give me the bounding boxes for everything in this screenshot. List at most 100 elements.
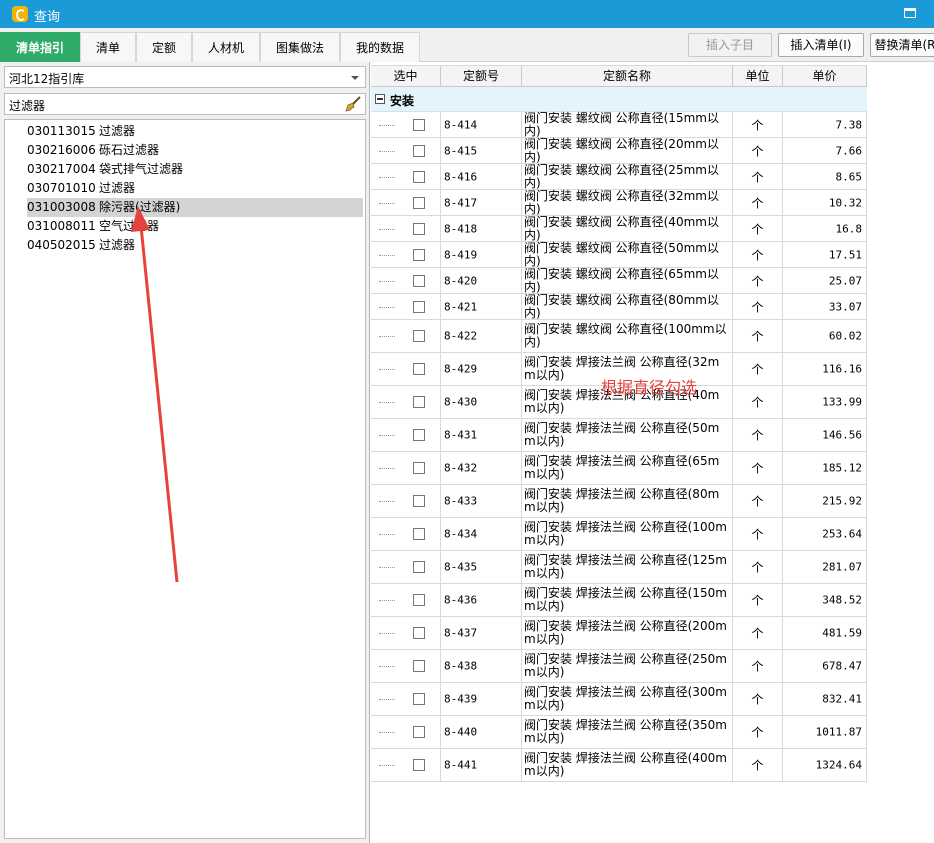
tree-item[interactable]: 030216006 砾石过滤器 [27, 141, 159, 160]
insert-list-button[interactable]: 插入清单(I) [778, 33, 864, 57]
window-title: 查询 [34, 10, 61, 25]
table-row[interactable]: 8-432 阀门安装 焊接法兰阀 公称直径(65mm以内) 个 185.12 [371, 452, 867, 485]
group-row[interactable]: 安装 [371, 87, 867, 112]
row-checkbox[interactable] [413, 594, 425, 606]
unit-cell-text: 个 [751, 428, 764, 443]
tab-bar: 清单指引 清单 定额 人材机 图集做法 我的数据 插入子目 插入清单(I) 替换… [0, 28, 934, 62]
table-row[interactable]: 8-417 阀门安装 螺纹阀 公称直径(32mm以内) 个 10.32 [371, 188, 867, 216]
unit-cell-text: 个 [751, 560, 764, 575]
search-input[interactable]: 过滤器 [4, 93, 366, 115]
tree-item-name: 袋式排气过滤器 [99, 162, 184, 176]
row-checkbox[interactable] [413, 274, 425, 287]
table-row[interactable]: 8-431 阀门安装 焊接法兰阀 公称直径(50mm以内) 个 146.56 [371, 419, 867, 452]
insert-child-button[interactable]: 插入子目 [688, 33, 772, 57]
name-cell: 阀门安装 螺纹阀 公称直径(80mm以内) [522, 293, 733, 319]
header-price[interactable]: 单价 [783, 66, 867, 87]
row-checkbox[interactable] [413, 300, 425, 313]
row-checkbox[interactable] [413, 429, 425, 441]
row-checkbox[interactable] [413, 693, 425, 705]
row-checkbox[interactable] [413, 118, 425, 131]
tree-item[interactable]: 031003008 除污器(过滤器) [27, 198, 363, 217]
table-row[interactable]: 8-441 阀门安装 焊接法兰阀 公称直径(400mm以内) 个 1324.64 [371, 749, 867, 782]
table-row[interactable]: 8-433 阀门安装 焊接法兰阀 公称直径(80mm以内) 个 215.92 [371, 485, 867, 518]
table-row[interactable]: 8-416 阀门安装 螺纹阀 公称直径(25mm以内) 个 8.65 [371, 163, 867, 190]
maximize-icon[interactable] [904, 8, 916, 18]
code-cell: 8-436 [441, 584, 522, 616]
name-cell: 阀门安装 螺纹阀 公称直径(40mm以内) [522, 215, 733, 241]
price-cell-text: 7.38 [835, 118, 863, 131]
table-row[interactable]: 8-421 阀门安装 螺纹阀 公称直径(80mm以内) 个 33.07 [371, 293, 867, 320]
unit-cell: 个 [733, 716, 783, 748]
header-name[interactable]: 定额名称 [522, 66, 733, 87]
header-code[interactable]: 定额号 [441, 66, 522, 87]
price-cell: 1324.64 [783, 749, 867, 781]
table-row[interactable]: 8-437 阀门安装 焊接法兰阀 公称直径(200mm以内) 个 481.59 [371, 617, 867, 650]
tree-line [379, 765, 395, 766]
row-checkbox[interactable] [413, 196, 425, 209]
code-cell: 8-431 [441, 419, 522, 451]
unit-cell-text: 个 [751, 362, 764, 377]
table-row[interactable]: 8-419 阀门安装 螺纹阀 公称直径(50mm以内) 个 17.51 [371, 241, 867, 268]
row-checkbox[interactable] [413, 248, 425, 261]
tree-item-code: 030701010 [27, 181, 96, 195]
tab-list-guide[interactable]: 清单指引 [0, 32, 80, 62]
unit-cell: 个 [733, 164, 783, 189]
table-row[interactable]: 8-439 阀门安装 焊接法兰阀 公称直径(300mm以内) 个 832.41 [371, 683, 867, 716]
table-row[interactable]: 8-435 阀门安装 焊接法兰阀 公称直径(125mm以内) 个 281.07 [371, 551, 867, 584]
table-row[interactable]: 8-440 阀门安装 焊接法兰阀 公称直径(350mm以内) 个 1011.87 [371, 716, 867, 749]
price-cell: 215.92 [783, 485, 867, 517]
dropdown-arrow-icon[interactable] [351, 76, 359, 80]
table-row[interactable]: 8-434 阀门安装 焊接法兰阀 公称直径(100mm以内) 个 253.64 [371, 518, 867, 551]
row-checkbox[interactable] [413, 528, 425, 540]
tree-item[interactable]: 030701010 过滤器 [27, 179, 135, 198]
tab-list[interactable]: 清单 [80, 32, 136, 62]
row-checkbox[interactable] [413, 759, 425, 771]
replace-list-button[interactable]: 替换清单(R [870, 33, 934, 57]
table-row[interactable]: 8-436 阀门安装 焊接法兰阀 公称直径(150mm以内) 个 348.52 [371, 584, 867, 617]
name-cell-text: 阀门安装 螺纹阀 公称直径(32mm以内) [524, 188, 719, 216]
tab-quota[interactable]: 定额 [136, 32, 192, 62]
row-checkbox[interactable] [413, 627, 425, 639]
tree-line [379, 228, 395, 230]
tree-item[interactable]: 040502015 过滤器 [27, 236, 135, 255]
tab-atlas-method[interactable]: 图集做法 [260, 32, 340, 62]
table-row[interactable]: 8-418 阀门安装 螺纹阀 公称直径(40mm以内) 个 16.8 [371, 215, 867, 242]
header-select[interactable]: 选中 [371, 66, 441, 87]
row-checkbox[interactable] [413, 330, 425, 342]
clear-broom-icon[interactable] [345, 96, 361, 112]
row-checkbox[interactable] [413, 396, 425, 408]
code-cell-text: 8-437 [444, 626, 478, 640]
row-checkbox[interactable] [413, 495, 425, 507]
table-row[interactable]: 8-422 阀门安装 螺纹阀 公称直径(100mm以内) 个 60.02 [371, 320, 867, 353]
collapse-icon[interactable] [375, 94, 385, 104]
row-checkbox[interactable] [413, 144, 425, 157]
unit-cell-text: 个 [751, 461, 764, 476]
tree-item[interactable]: 031008011 空气过滤器 [27, 217, 159, 236]
code-cell: 8-441 [441, 749, 522, 781]
row-checkbox[interactable] [413, 561, 425, 573]
price-cell-text: 1324.64 [815, 758, 862, 772]
unit-cell: 个 [733, 294, 783, 319]
price-cell: 7.66 [783, 138, 867, 163]
price-cell: 8.65 [783, 164, 867, 189]
table-row[interactable]: 8-415 阀门安装 螺纹阀 公称直径(20mm以内) 个 7.66 [371, 137, 867, 164]
tree-item[interactable]: 030217004 袋式排气过滤器 [27, 160, 183, 179]
library-select[interactable]: 河北12指引库 [4, 66, 366, 88]
tab-my-data[interactable]: 我的数据 [340, 32, 420, 62]
row-checkbox[interactable] [413, 462, 425, 474]
table-row[interactable]: 8-438 阀门安装 焊接法兰阀 公称直径(250mm以内) 个 678.47 [371, 650, 867, 683]
header-unit[interactable]: 单位 [733, 66, 783, 87]
price-cell-text: 678.47 [822, 659, 862, 673]
code-cell-text: 8-420 [444, 274, 478, 287]
row-checkbox[interactable] [413, 726, 425, 738]
guide-tree: 030113015 过滤器 030216006 砾石过滤器 030217004 袋式排气过… [4, 119, 366, 839]
table-row[interactable]: 8-420 阀门安装 螺纹阀 公称直径(65mm以内) 个 25.07 [371, 267, 867, 294]
table-row[interactable]: 8-414 阀门安装 螺纹阀 公称直径(15mm以内) 个 7.38 [371, 111, 867, 138]
row-checkbox[interactable] [413, 170, 425, 183]
row-checkbox[interactable] [413, 363, 425, 375]
tab-labor-material[interactable]: 人材机 [192, 32, 260, 62]
unit-cell-text: 个 [751, 329, 764, 344]
tree-item[interactable]: 030113015 过滤器 [27, 122, 135, 141]
row-checkbox[interactable] [413, 660, 425, 672]
row-checkbox[interactable] [413, 222, 425, 235]
